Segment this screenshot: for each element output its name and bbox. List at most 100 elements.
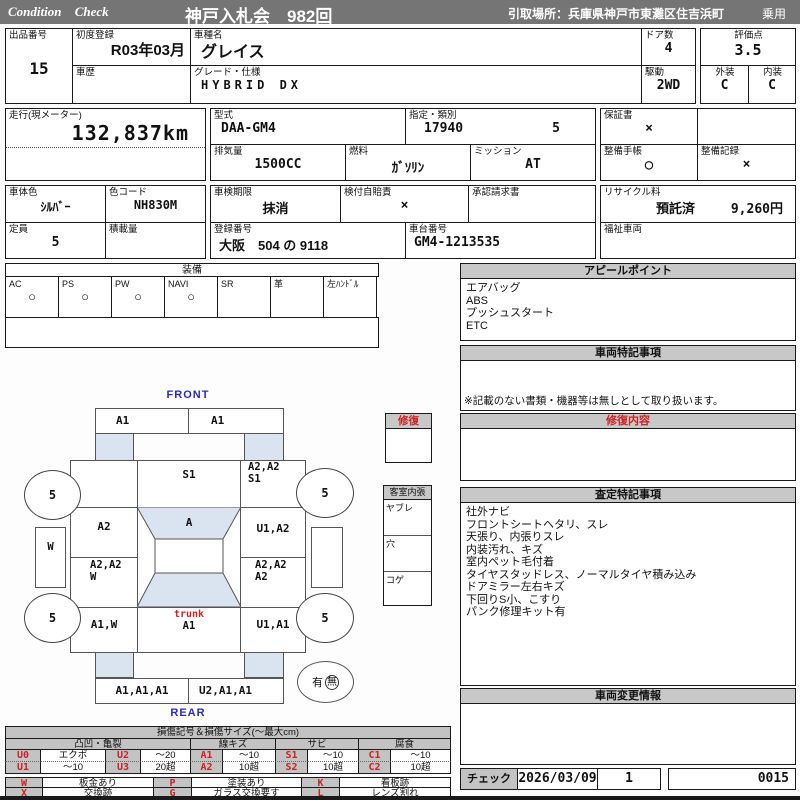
equipment-label: NAVI [168, 279, 189, 289]
body-color-cell: 車体色 ｼﾙﾊﾞｰ [5, 185, 106, 223]
capacity-cell: 定員 5 [5, 222, 106, 259]
auction-title: 神戸入札会 982回 [185, 7, 333, 26]
equipment-empty-row [5, 317, 379, 348]
designation-class-cell: 指定・類別 17940 5 [405, 108, 596, 145]
first-registration-cell: 初度登録 R03年03月 [72, 28, 191, 66]
registration-no-cell: 登録番号 大阪 504 の 9118 [210, 222, 406, 259]
chassis-no-label: 車台番号 [409, 224, 448, 235]
exterior-grade-value: C [720, 78, 729, 93]
repair-content-title: 修復内容 [461, 414, 795, 429]
recycle-fee-value: 9,260円 [730, 202, 783, 217]
assessment-notes-lines: 社外ナビ フロントシートヘタリ、スレ 天張り、内張りスレ 内装汚れ、キズ 室内ペ… [466, 506, 697, 618]
approval-request-cell: 承認請求書 [468, 185, 596, 223]
equipment-cell-PW: PW ○ [111, 276, 165, 318]
cabin-lining-box: 客室内張 ヤブレ 穴 コゲ [383, 485, 432, 606]
check-count-value: 1 [625, 771, 633, 786]
trunk-code: A1 [182, 619, 196, 632]
body-line-l1 [70, 507, 138, 508]
left-rear-door-line2: W [90, 570, 97, 583]
serial-cell: 0015 [668, 768, 796, 790]
lot-number-label: 出品番号 [9, 30, 48, 41]
repair-content-panel: 修復内容 [460, 413, 796, 481]
recycle-fee-cell: リサイクル料 預託済 9,260円 [600, 185, 796, 223]
liability-insurance-label: 検付自賠責 [344, 187, 392, 198]
equipment-cell-AC: AC ○ [5, 276, 59, 318]
cabin-row-hole: 穴 [384, 536, 431, 572]
equipment-cell-左ﾊﾝﾄﾞﾙ: 左ﾊﾝﾄﾞﾙ [323, 276, 377, 318]
legend-code: U1 [5, 761, 41, 774]
change-info-panel: 車両変更情報 [460, 688, 796, 765]
rear-corner-glass-right [244, 652, 284, 678]
recycle-status: 預託済 [656, 201, 696, 216]
right-rear-door-line2: A2 [255, 570, 268, 583]
interior-grade-value: C [768, 78, 776, 93]
drive-cell: 駆動 2WD [641, 65, 696, 104]
right-front-fender-line1: A2,A2 [248, 461, 280, 473]
wheel-front-right: 5 [296, 468, 354, 518]
change-info-title: 車両変更情報 [461, 689, 795, 704]
assessment-notes-panel: 査定特記事項 社外ナビ フロントシートヘタリ、スレ 天張り、内張りスレ 内装汚れ… [460, 487, 796, 686]
class-value: 5 [552, 121, 560, 136]
body-line-r1 [240, 507, 306, 508]
chassis-no-cell: 車台番号 GM4-1213535 [405, 222, 596, 259]
equipment-mark: ○ [134, 289, 142, 304]
history-cell: 車歴 [72, 65, 191, 104]
equipment-mark: ○ [28, 289, 36, 304]
change-info-lines [461, 704, 795, 710]
registration-no-value: 大阪 504 の 9118 [219, 238, 329, 253]
check-date-value: 2026/03/09 [518, 771, 597, 786]
maintenance-record-value: × [742, 157, 751, 172]
approval-request-label: 承認請求書 [472, 187, 520, 198]
diagram-rear-label: REAR [170, 707, 206, 719]
warranty-label: 保証書 [604, 110, 633, 121]
load-cell: 積載量 [105, 222, 206, 259]
model-name-value: グレイス [201, 44, 265, 61]
designation-class-label: 指定・類別 [409, 110, 457, 121]
wheel-front-left: 5 [24, 470, 81, 520]
body-color-label: 車体色 [9, 187, 38, 198]
score-cell: 評価点 3.5 [700, 28, 796, 66]
left-rear-door-line1: A2,A2 [90, 559, 122, 571]
body-line-r2 [240, 557, 306, 558]
inspection-expiry-value: 抹消 [262, 201, 289, 216]
maintenance-book-cell: 整備手帳 ○ [600, 144, 698, 181]
check-date-cell: 2026/03/09 [517, 768, 598, 790]
color-code-value: NH830M [133, 198, 178, 212]
liability-insurance-value: × [400, 198, 409, 213]
windshield-code: A [185, 516, 193, 529]
appeal-panel-title: アピールポイント [461, 264, 795, 279]
equipment-cell-NAVI: NAVI ○ [164, 276, 218, 318]
equipment-label: 左ﾊﾝﾄﾞﾙ [327, 279, 359, 289]
history-label: 車歴 [76, 67, 96, 78]
right-front-fender-codes: A2,A2 S1 [248, 461, 280, 485]
hood-code: S1 [182, 468, 196, 481]
interior-grade-cell: 内装 C [748, 65, 796, 104]
header-bar: Condition Check 神戸入札会 982回 引取場所：兵庫県神戸市東灘… [0, 0, 800, 26]
cabin-row-tear: ヤブレ [384, 500, 431, 536]
pickup-location: 引取場所：兵庫県神戸市東灘区住吉浜町 [508, 7, 725, 21]
rear-window-shape [137, 572, 241, 608]
check-count-cell: 1 [597, 768, 661, 790]
doors-cell: ドア数 4 [641, 28, 696, 66]
capacity-value: 5 [51, 235, 60, 250]
appeal-panel: アピールポイント エアバッグ ABS プッシュスタート ETC [460, 263, 796, 341]
legend-desc: 10超 [390, 761, 451, 774]
color-code-cell: 色コード NH830M [105, 185, 206, 223]
lot-number-value: 15 [29, 59, 49, 78]
exterior-grade-cell: 外装 C [700, 65, 749, 104]
left-rear-door-codes: A2,A2 W [90, 559, 122, 583]
vehicle-notes-note: ※記載のない書類・機器等は無しとして取り扱います。 [464, 395, 724, 407]
grade-value: HYBRID DX [201, 78, 303, 92]
trunk-label: trunk [173, 609, 205, 620]
spare-tire-mark: 有 無 [297, 661, 354, 703]
rear-bumper-left: A1,A1,A1 [95, 678, 189, 704]
right-rear-door-line1: A2,A2 [255, 559, 287, 571]
vehicle-category: 乗用 [762, 7, 787, 21]
inspection-expiry-cell: 車検期限 抹消 [210, 185, 341, 223]
exterior-grade-label: 外装 [715, 67, 735, 78]
spare-no-label-circled: 無 [325, 674, 339, 690]
left-rocker-panel: W [35, 527, 66, 588]
doors-value: 4 [664, 41, 673, 56]
legend-code: C2 [358, 761, 391, 774]
maintenance-record-label: 整備記録 [701, 146, 740, 157]
